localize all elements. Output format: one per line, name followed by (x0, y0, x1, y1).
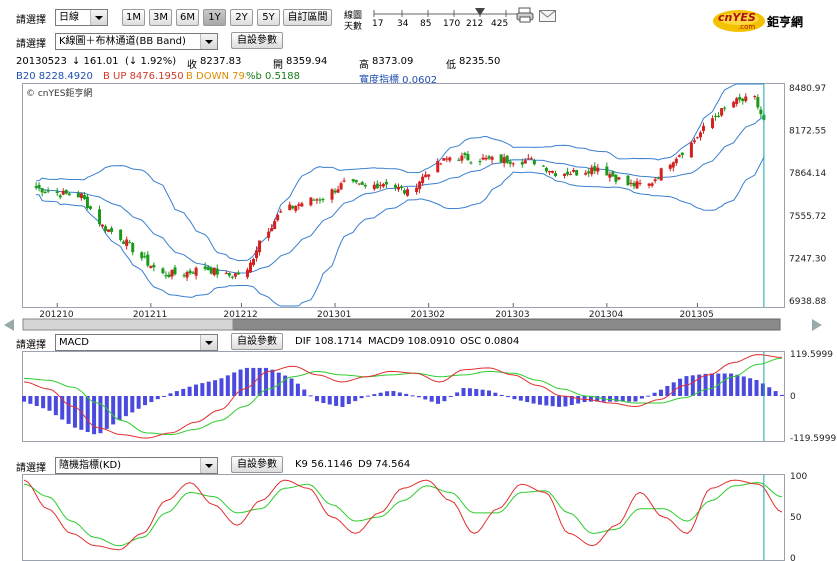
kd-y-tick: 0 (790, 554, 796, 561)
kd-y-tick: 100 (790, 472, 807, 482)
kd-y-tick: 50 (790, 513, 802, 523)
k9-line (23, 479, 783, 551)
kd-chart[interactable]: 100 50 0 (0, 0, 837, 561)
d9-line (23, 482, 783, 547)
